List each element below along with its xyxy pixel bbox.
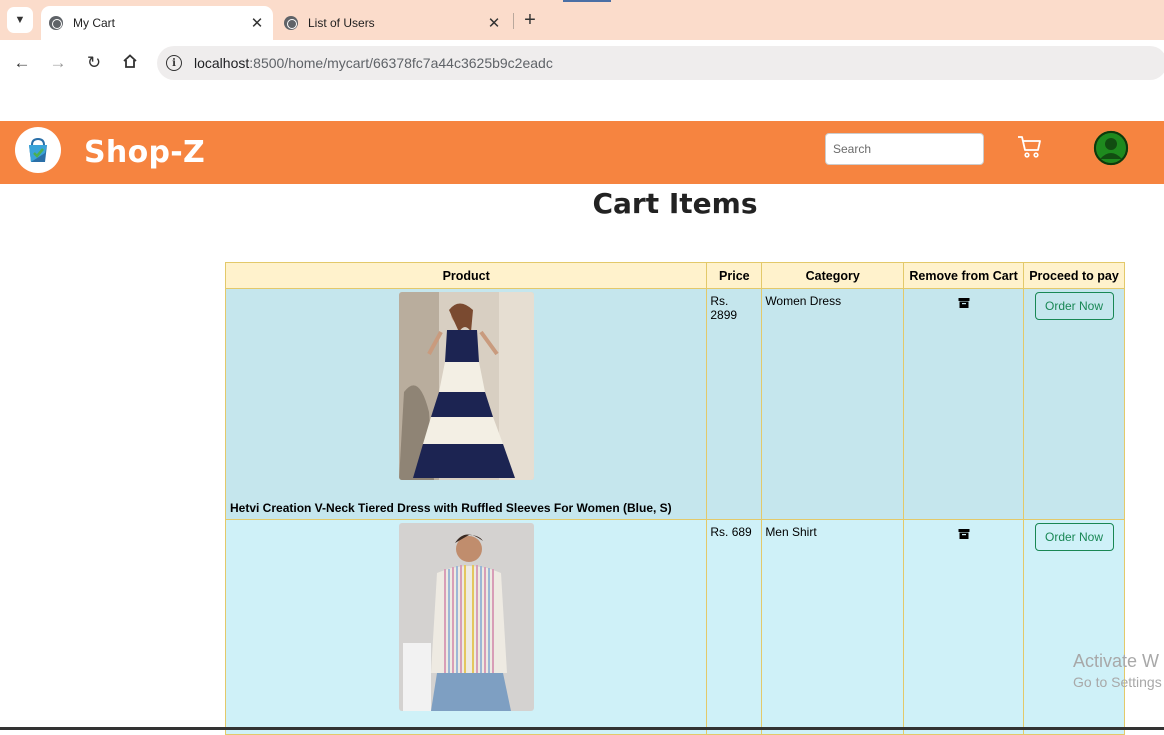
tab-title: List of Users <box>308 16 375 30</box>
shop-logo[interactable] <box>15 127 61 173</box>
browser-tab-bar: ▼ My Cart ✕ List of Users ✕ + <box>0 0 1164 40</box>
tab-my-cart[interactable]: My Cart ✕ <box>41 6 273 40</box>
table-header-row: Product Price Category Remove from Cart … <box>224 262 1125 289</box>
info-icon[interactable]: i <box>166 55 182 71</box>
home-icon[interactable] <box>119 53 141 74</box>
remove-cell <box>903 288 1024 520</box>
brand-name[interactable]: Shop-Z <box>84 135 205 170</box>
remove-cell <box>903 519 1024 735</box>
tab-list-of-users[interactable]: List of Users ✕ <box>276 6 510 40</box>
tab-search-dropdown-icon[interactable]: ▼ <box>7 7 33 33</box>
price-cell: Rs. 2899 <box>706 288 763 520</box>
price-cell: Rs. 689 <box>706 519 763 735</box>
watermark-line-1: Activate W <box>1073 651 1160 671</box>
order-now-button[interactable]: Order Now <box>1034 523 1114 551</box>
product-cell <box>224 519 708 735</box>
reload-icon[interactable]: ↻ <box>83 53 105 73</box>
column-header-price: Price <box>706 262 763 289</box>
tab-accent <box>563 0 611 2</box>
table-row: Rs. 689 Men Shirt Order Now <box>224 519 1125 735</box>
table-row: Hetvi Creation V-Neck Tiered Dress with … <box>224 288 1125 520</box>
product-cell: Hetvi Creation V-Neck Tiered Dress with … <box>224 288 708 520</box>
product-image-shirt[interactable] <box>398 523 534 711</box>
browser-toolbar: ← → ↻ i localhost:8500/home/mycart/66378… <box>0 40 1164 86</box>
column-header-remove: Remove from Cart <box>903 262 1024 289</box>
order-now-button[interactable]: Order Now <box>1034 292 1114 320</box>
back-arrow-icon[interactable]: ← <box>11 53 33 73</box>
cart-icon[interactable] <box>1017 134 1043 160</box>
column-header-product: Product <box>224 262 708 289</box>
address-bar[interactable]: i localhost:8500/home/mycart/66378fc7a44… <box>157 46 1164 80</box>
globe-icon <box>49 16 63 30</box>
watermark-line-2: Go to Settings <box>1073 674 1162 690</box>
close-icon[interactable]: ✕ <box>247 14 267 32</box>
forward-arrow-icon[interactable]: → <box>47 53 69 73</box>
category-cell: Women Dress <box>761 288 905 520</box>
windows-activation-watermark: Activate W Go to Settings <box>1073 651 1162 690</box>
page-title: Cart Items <box>592 187 758 220</box>
globe-icon <box>284 16 298 30</box>
tab-separator <box>513 13 514 29</box>
user-avatar-icon[interactable] <box>1093 130 1129 166</box>
cart-table: Product Price Category Remove from Cart … <box>224 262 1125 735</box>
category-cell: Men Shirt <box>761 519 905 735</box>
close-icon[interactable]: ✕ <box>484 14 504 32</box>
tab-title: My Cart <box>73 16 115 30</box>
product-name: Hetvi Creation V-Neck Tiered Dress with … <box>230 501 672 515</box>
column-header-pay: Proceed to pay <box>1023 262 1125 289</box>
column-header-category: Category <box>761 262 905 289</box>
url-host: localhost <box>194 55 250 71</box>
site-header: Shop-Z <box>0 121 1164 184</box>
archive-icon[interactable] <box>958 297 970 309</box>
product-image-dress[interactable] <box>398 292 534 480</box>
url-text: localhost:8500/home/mycart/66378fc7a44c3… <box>194 55 553 71</box>
shopping-bag-icon <box>29 137 47 162</box>
search-input[interactable] <box>825 133 984 165</box>
new-tab-icon[interactable]: + <box>520 9 540 32</box>
pay-cell: Order Now <box>1023 288 1125 520</box>
archive-icon[interactable] <box>958 528 970 540</box>
url-path: :8500/home/mycart/66378fc7a44c3625b9c2ea… <box>249 55 553 71</box>
pay-cell: Order Now <box>1023 519 1125 735</box>
